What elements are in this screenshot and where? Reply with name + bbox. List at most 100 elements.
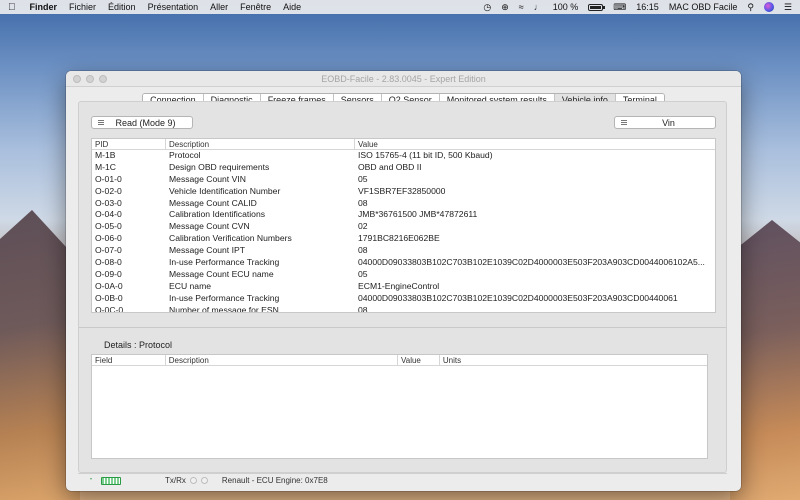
- description-cell: Message Count ECU name: [169, 268, 274, 279]
- time-machine-icon[interactable]: ◷: [483, 2, 491, 13]
- apple-menu-icon[interactable]: : [8, 2, 16, 13]
- value-cell: ISO 15765-4 (11 bit ID, 500 Kbaud): [358, 150, 493, 160]
- description-cell: Message Count CVN: [169, 221, 250, 232]
- rx-led-indicator: [200, 477, 208, 484]
- value-cell: 04000D09033803B102C703B102E1039C02D40000…: [358, 257, 705, 268]
- table-row[interactable]: O-08-0 In-use Performance Tracking 04000D0…: [92, 257, 715, 269]
- pid-cell: M-1B: [95, 150, 116, 160]
- vin-button-label: Vin: [662, 117, 675, 128]
- pid-cell: O-08-0: [95, 257, 122, 268]
- ecu-status-text: Renault - ECU Engine: 0x7E8: [221, 476, 328, 485]
- pid-cell: O-0B-0: [95, 292, 123, 303]
- column-header-field[interactable]: Field: [92, 355, 166, 365]
- menu-fenetre[interactable]: Fenêtre: [240, 2, 271, 12]
- description-cell: ECU name: [169, 280, 212, 291]
- value-cell: 05: [358, 173, 368, 184]
- details-table[interactable]: Field Description Value Units: [91, 354, 708, 459]
- table-row[interactable]: O-01-0 Message Count VIN 05: [92, 174, 715, 186]
- table-row[interactable]: O-0A-0 ECU name ECM1-EngineControl: [92, 281, 715, 293]
- description-cell: In-use Performance Tracking: [169, 292, 280, 303]
- table-row[interactable]: O-09-0 Message Count ECU name 05: [92, 269, 715, 281]
- pid-cell: O-09-0: [95, 268, 122, 279]
- menu-clock[interactable]: 16:15: [636, 2, 659, 12]
- list-icon: [98, 120, 104, 125]
- close-window-button[interactable]: [73, 75, 81, 83]
- column-header-details-description[interactable]: Description: [166, 355, 398, 365]
- description-cell: Calibration Identifications: [169, 209, 266, 220]
- list-icon: [621, 120, 627, 125]
- notification-center-icon[interactable]: ☰: [784, 2, 792, 13]
- table-row[interactable]: O-06-0 Calibration Verification Numbers 17…: [92, 233, 715, 245]
- menu-edition[interactable]: Édition: [108, 2, 136, 12]
- interface-adapter-icon: [101, 476, 121, 485]
- value-cell: VF1SBR7EF32850000: [358, 185, 446, 196]
- minimize-window-button[interactable]: [86, 75, 94, 83]
- column-header-value[interactable]: Value: [355, 139, 715, 149]
- column-header-pid[interactable]: PID: [92, 139, 166, 149]
- battery-level-fill: [590, 5, 602, 9]
- value-cell: 1791BC8216E062BE: [358, 233, 440, 244]
- description-cell: Message Count VIN: [169, 173, 246, 184]
- pid-table-body: M-1B Protocol ISO 15765-4 (11 bit ID, 500 …: [92, 150, 715, 313]
- menu-aide[interactable]: Aide: [283, 2, 301, 12]
- value-cell: 08: [358, 245, 368, 256]
- keyboard-flag-icon[interactable]: ⌨: [613, 2, 626, 13]
- read-button-label: Read (Mode 9): [115, 117, 176, 128]
- window-titlebar[interactable]: EOBD-Facile - 2.83.0045 - Expert Edition: [66, 71, 741, 87]
- table-row[interactable]: O-0C-0 Number of message for ESN 08: [92, 304, 715, 313]
- wifi-icon[interactable]: ≈: [519, 2, 524, 12]
- column-header-units[interactable]: Units: [440, 355, 707, 365]
- battery-percent[interactable]: 100 %: [553, 2, 579, 12]
- table-row[interactable]: M-1C Design OBD requirements OBD and OBD I…: [92, 162, 715, 174]
- bluetooth-icon: ᛫: [88, 474, 94, 486]
- column-header-description[interactable]: Description: [166, 139, 355, 149]
- menu-aller[interactable]: Aller: [210, 2, 228, 12]
- pid-table[interactable]: PID Description Value M-1B Protocol ISO 15…: [91, 138, 716, 313]
- read-mode9-button[interactable]: Read (Mode 9): [91, 116, 193, 129]
- value-cell: 05: [358, 268, 368, 279]
- spotlight-search-icon[interactable]: ⚲: [747, 2, 754, 13]
- value-cell: ECM1-EngineControl: [358, 280, 440, 291]
- table-row[interactable]: O-0B-0 In-use Performance Tracking 04000D0…: [92, 293, 715, 305]
- menu-bar:  Finder Fichier Édition Présentation Al…: [0, 0, 800, 14]
- table-row[interactable]: O-03-0 Message Count CALID 08: [92, 198, 715, 210]
- details-title: Details : Protocol: [104, 340, 173, 350]
- menu-app-finder[interactable]: Finder: [30, 2, 58, 12]
- description-cell: Number of message for ESN: [169, 304, 279, 313]
- app-window: EOBD-Facile - 2.83.0045 - Expert Edition…: [66, 71, 741, 491]
- menu-fichier[interactable]: Fichier: [69, 2, 96, 12]
- vin-button[interactable]: Vin: [614, 116, 716, 129]
- column-header-details-value[interactable]: Value: [398, 355, 440, 365]
- network-icon[interactable]: ⊕: [501, 2, 509, 13]
- volume-icon[interactable]: ♩: [534, 2, 543, 12]
- zoom-window-button[interactable]: [99, 75, 107, 83]
- value-cell: 08: [358, 197, 368, 208]
- pid-table-header: PID Description Value: [92, 139, 715, 150]
- value-cell: 08: [358, 304, 368, 313]
- table-row[interactable]: O-04-0 Calibration Identifications JMB*367…: [92, 209, 715, 221]
- description-cell: Message Count CALID: [169, 197, 257, 208]
- pid-cell: O-0C-0: [95, 304, 124, 313]
- table-row[interactable]: O-07-0 Message Count IPT 08: [92, 245, 715, 257]
- menu-user-name[interactable]: MAC OBD Facile: [669, 2, 738, 12]
- pid-cell: O-0A-0: [95, 280, 123, 291]
- table-row[interactable]: O-02-0 Vehicle Identification Number VF1SB…: [92, 186, 715, 198]
- pid-cell: O-07-0: [95, 245, 122, 256]
- details-table-header: Field Description Value Units: [92, 355, 707, 366]
- description-cell: In-use Performance Tracking: [169, 257, 280, 268]
- battery-icon[interactable]: [588, 3, 606, 11]
- description-cell: Vehicle Identification Number: [169, 185, 281, 196]
- pid-cell: O-02-0: [95, 185, 122, 196]
- value-cell: OBD and OBD II: [358, 161, 422, 172]
- siri-icon[interactable]: [763, 2, 774, 12]
- split-divider[interactable]: [79, 327, 726, 328]
- pid-cell: M-1C: [95, 161, 117, 172]
- pid-cell: O-01-0: [95, 173, 122, 184]
- table-row[interactable]: M-1B Protocol ISO 15765-4 (11 bit ID, 500 …: [92, 150, 715, 162]
- value-cell: JMB*36761500 JMB*47872611: [358, 209, 478, 220]
- value-cell: 02: [358, 221, 368, 232]
- table-row[interactable]: O-05-0 Message Count CVN 02: [92, 221, 715, 233]
- txrx-label: Tx/Rx: [165, 476, 186, 485]
- pid-cell: O-06-0: [95, 233, 122, 244]
- menu-presentation[interactable]: Présentation: [148, 2, 199, 12]
